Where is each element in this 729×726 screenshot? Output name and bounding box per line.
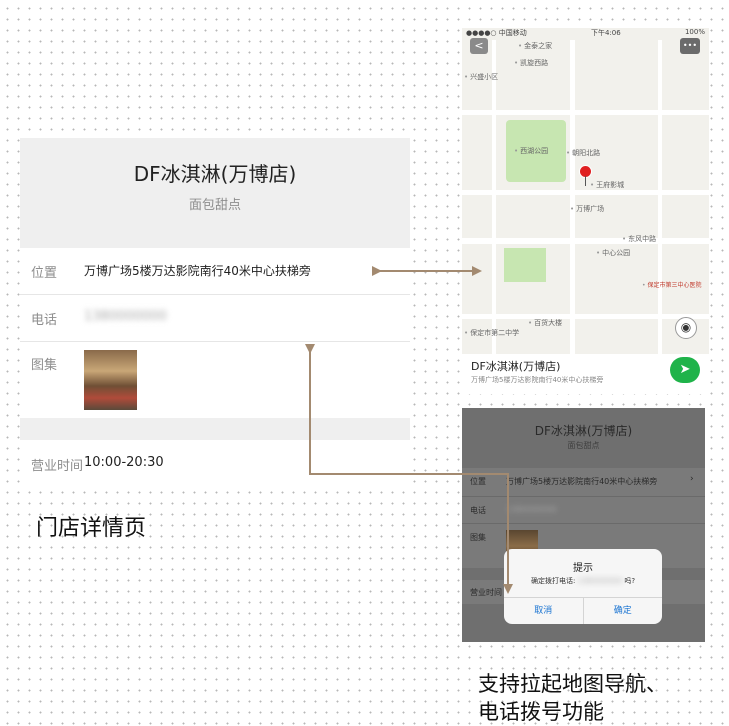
phone-link-arrow	[305, 344, 513, 594]
caption-feature-line2: 电话拨号功能	[478, 700, 604, 724]
caption-feature-line1: 支持拉起地图导航、	[478, 672, 667, 696]
flow-arrows	[305, 266, 513, 594]
